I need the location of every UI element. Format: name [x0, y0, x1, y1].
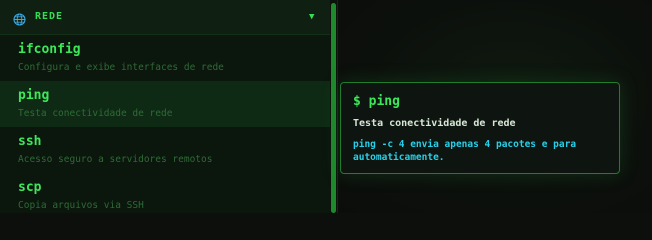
caret-down-icon[interactable]: ▼ — [309, 12, 314, 22]
sidebar: REDE ▼ ifconfig Configura e exibe interf… — [0, 0, 330, 213]
item-name: ifconfig — [18, 42, 81, 57]
list-item-ssh[interactable]: ssh Acesso seguro a servidores remotos — [0, 127, 330, 173]
scrollbar-thumb[interactable] — [331, 3, 336, 213]
command-tooltip: $ ping Testa conectividade de rede ping … — [340, 82, 620, 174]
globe-icon — [13, 11, 26, 26]
item-description: Copia arquivos via SSH — [18, 200, 144, 211]
section-title: REDE — [35, 11, 64, 22]
item-name: ping — [18, 88, 50, 103]
item-description: Configura e exibe interfaces de rede — [18, 62, 224, 73]
list-item-ping[interactable]: ping Testa conectividade de rede — [0, 81, 330, 127]
section-header-rede[interactable]: REDE ▼ — [0, 0, 330, 35]
item-description: Testa conectividade de rede — [18, 108, 173, 119]
sidebar-scrollbar[interactable] — [330, 0, 337, 213]
tooltip-command: $ ping — [353, 94, 400, 109]
list-item-scp[interactable]: scp Copia arquivos via SSH — [0, 173, 330, 213]
list-item-ifconfig[interactable]: ifconfig Configura e exibe interfaces de… — [0, 35, 330, 81]
item-name: ssh — [18, 134, 42, 149]
tooltip-example: ping -c 4 envia apenas 4 pacotes e para … — [353, 139, 577, 163]
item-description: Acesso seguro a servidores remotos — [18, 154, 213, 165]
item-name: scp — [18, 180, 42, 195]
app-root: REDE ▼ ifconfig Configura e exibe interf… — [0, 0, 652, 213]
tooltip-description: Testa conectividade de rede — [353, 118, 516, 129]
